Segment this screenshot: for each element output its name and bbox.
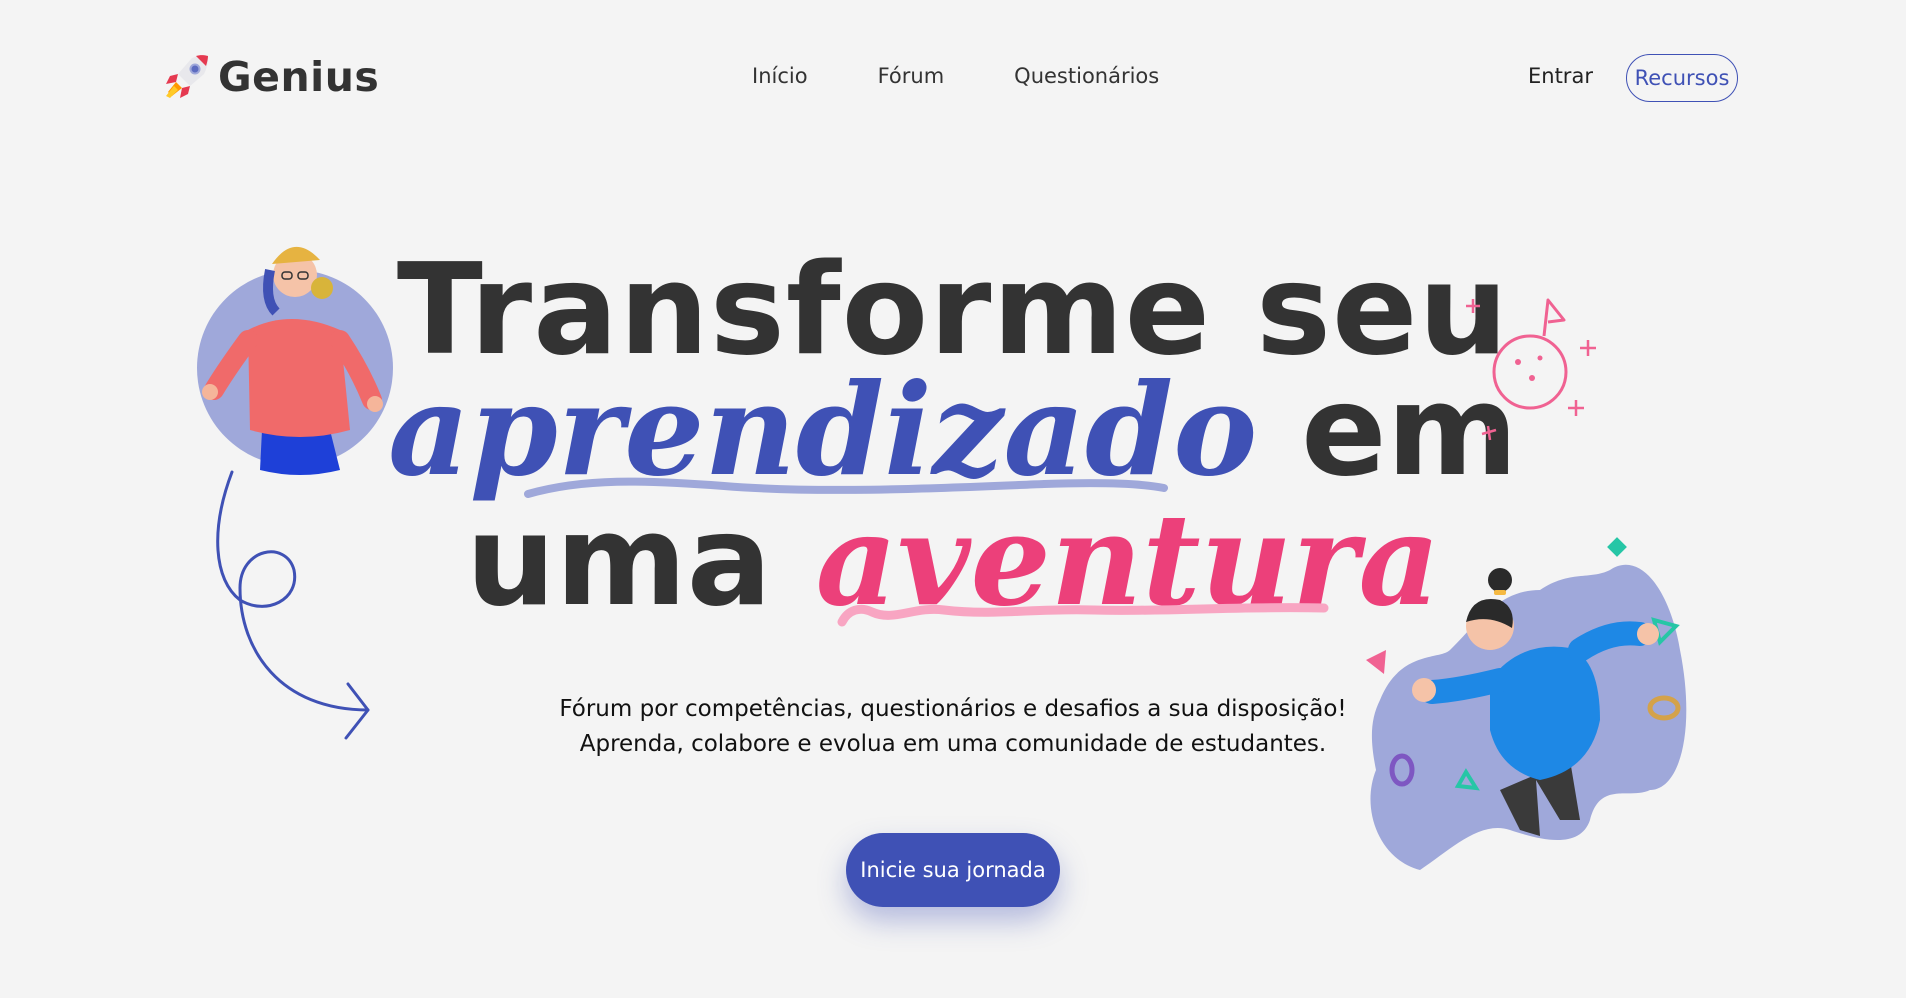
brand-name: Genius bbox=[218, 53, 380, 101]
nav-item-forum[interactable]: Fórum bbox=[878, 64, 945, 88]
top-navigation: Genius Início Fórum Questionários Entrar… bbox=[0, 0, 1906, 160]
moon-flag-icon bbox=[1466, 298, 1596, 441]
headline-word-uma: uma bbox=[465, 487, 772, 634]
nav-item-inicio[interactable]: Início bbox=[752, 64, 808, 88]
signin-link[interactable]: Entrar bbox=[1528, 64, 1593, 88]
start-journey-button[interactable]: Inicie sua jornada bbox=[846, 833, 1060, 907]
main-menu: Início Fórum Questionários bbox=[752, 64, 1229, 88]
blue-underline-squiggle bbox=[524, 477, 1168, 498]
pink-underline-squiggle bbox=[837, 603, 1329, 627]
brand-logo[interactable]: Genius bbox=[162, 52, 379, 102]
nav-item-questionarios[interactable]: Questionários bbox=[1014, 64, 1159, 88]
resources-button[interactable]: Recursos bbox=[1626, 54, 1738, 102]
rocket-icon bbox=[166, 55, 209, 98]
hero-subtitle-line1: Fórum por competências, questionários e … bbox=[559, 696, 1347, 722]
hero-subtitle-line2: Aprenda, colabore e evolua em uma comuni… bbox=[579, 731, 1327, 757]
